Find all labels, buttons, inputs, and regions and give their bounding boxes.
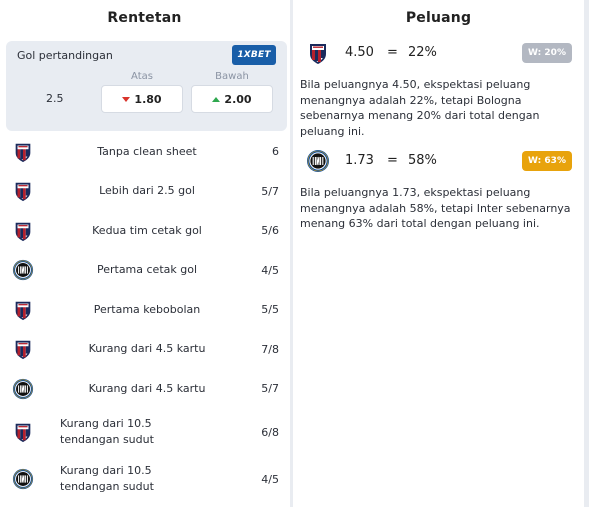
- streak-row: Kurang dari 10.5 tendangan sudut 6/8: [0, 409, 289, 456]
- streak-label: Kedua tim cetak gol: [92, 223, 202, 237]
- match-goals-odds-card[interactable]: Gol pertandingan 1XBET Atas Bawah 2.5 1.…: [6, 41, 287, 131]
- streak-row: Kurang dari 4.5 kartu 5/7: [0, 369, 289, 409]
- streaks-title: Rentetan: [107, 10, 182, 26]
- streak-label: Kurang dari 10.5 tendangan sudut: [60, 464, 154, 493]
- trend-down-icon: [122, 96, 131, 102]
- bologna-crest-icon: [12, 180, 34, 202]
- streak-row: Lebih dari 2.5 gol 5/7: [0, 172, 289, 212]
- probability-description: Bila peluangnya 4.50, ekspektasi peluang…: [300, 78, 540, 138]
- odd-value: 4.50: [345, 45, 374, 60]
- page-edge: [584, 0, 589, 507]
- win-rate-badge: W: 20%: [522, 43, 572, 63]
- probability-title: Peluang: [405, 10, 472, 26]
- implied-probability: 22%: [408, 45, 437, 60]
- under-odd-value: 2.00: [224, 92, 252, 106]
- streak-value: 6: [272, 145, 279, 159]
- streak-value: 7/8: [261, 342, 279, 356]
- bologna-crest-icon: [12, 299, 34, 321]
- streak-label: Tanpa clean sheet: [97, 144, 197, 158]
- over-odd-value: 1.80: [134, 92, 162, 106]
- equals-sign: =: [387, 45, 398, 60]
- inter-crest-icon: [12, 259, 34, 281]
- streak-row: Pertama kebobolan 5/5: [0, 290, 289, 330]
- bologna-crest-icon: [306, 41, 330, 65]
- streak-value: 5/7: [261, 382, 279, 396]
- over-odd-button[interactable]: 1.80: [101, 85, 183, 113]
- bologna-crest-icon: [12, 338, 34, 360]
- probability-header: 1.73 = 58% W: 63%: [299, 149, 579, 175]
- under-header: Bawah: [215, 71, 249, 82]
- match-insights: Rentetan Gol pertandingan 1XBET Atas Baw…: [0, 0, 589, 507]
- streak-label: Kurang dari 4.5 kartu: [88, 381, 206, 395]
- over-header: Atas: [131, 71, 153, 82]
- bologna-crest-icon: [12, 141, 34, 163]
- streak-row: Kurang dari 10.5 tendangan sudut 4/5: [0, 456, 289, 503]
- streak-value: 5/6: [261, 224, 279, 238]
- streak-value: 4/5: [261, 472, 279, 486]
- streak-label: Lebih dari 2.5 gol: [99, 184, 195, 198]
- streak-label: Pertama kebobolan: [93, 302, 201, 316]
- under-odd-button[interactable]: 2.00: [191, 85, 273, 113]
- probability-description: Bila peluangnya 1.73, ekspektasi peluang…: [300, 186, 571, 231]
- probability-header: 4.50 = 22% W: 20%: [299, 41, 579, 67]
- streaks-panel: Rentetan Gol pertandingan 1XBET Atas Baw…: [0, 0, 289, 507]
- streak-list: Tanpa clean sheet 6 Lebih dari 2.5 gol 5…: [0, 132, 289, 503]
- probability-item-inter: 1.73 = 58% W: 63% Bila peluangnya 1.73, …: [299, 149, 579, 232]
- streak-row: Kedua tim cetak gol 5/6: [0, 211, 289, 251]
- trend-up-icon: [212, 96, 221, 102]
- inter-crest-icon: [12, 468, 34, 490]
- equals-sign: =: [387, 153, 398, 168]
- odds-market-label: Gol pertandingan: [17, 49, 113, 62]
- streak-value: 5/5: [261, 303, 279, 317]
- odd-value: 1.73: [345, 153, 374, 168]
- inter-crest-icon: [12, 378, 34, 400]
- implied-probability: 58%: [408, 153, 437, 168]
- streak-value: 5/7: [261, 184, 279, 198]
- probability-item-bologna: 4.50 = 22% W: 20% Bila peluangnya 4.50, …: [299, 41, 579, 139]
- bologna-crest-icon: [12, 421, 34, 443]
- streak-row: Kurang dari 4.5 kartu 7/8: [0, 330, 289, 370]
- streak-label: Kurang dari 4.5 kartu: [88, 342, 206, 356]
- streak-value: 4/5: [261, 263, 279, 277]
- bologna-crest-icon: [12, 220, 34, 242]
- streak-label: Pertama cetak gol: [96, 263, 198, 277]
- probability-panel: Peluang 4.50 = 22% W: 20% Bila peluangny…: [293, 0, 584, 507]
- streak-row: Pertama cetak gol 4/5: [0, 251, 289, 291]
- streak-value: 6/8: [261, 425, 279, 439]
- streak-label: Kurang dari 10.5 tendangan sudut: [60, 417, 154, 446]
- streak-row: Tanpa clean sheet 6: [0, 132, 289, 172]
- inter-crest-icon: [306, 149, 330, 173]
- goal-line-value: 2.5: [46, 92, 64, 105]
- win-rate-badge: W: 63%: [522, 151, 572, 171]
- bookmaker-logo[interactable]: 1XBET: [232, 45, 276, 65]
